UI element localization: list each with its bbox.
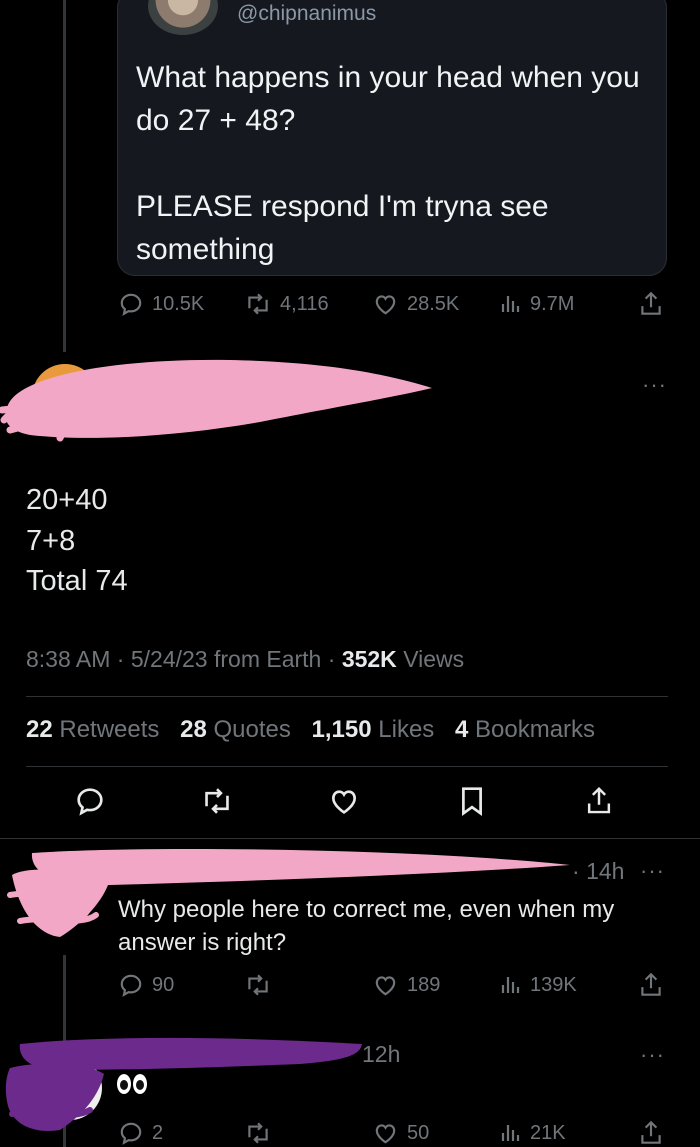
tweet-source: from Earth — [213, 646, 322, 672]
more-icon[interactable]: ··· — [642, 374, 667, 396]
quotes-stat[interactable]: 28 Quotes — [180, 716, 291, 743]
like-count: 50 — [407, 1121, 430, 1144]
views-icon — [501, 977, 520, 993]
reply-count: 10.5K — [152, 292, 205, 315]
retweets-stat[interactable]: 22 Retweets — [26, 716, 159, 743]
reply-text: Why people here to correct me, even when… — [118, 896, 615, 956]
main-action-bar — [0, 786, 700, 820]
views-icon — [501, 296, 520, 312]
retweet-icon — [248, 974, 268, 996]
reply-button[interactable]: 2 — [118, 1118, 163, 1147]
retweet-button[interactable] — [244, 1118, 272, 1147]
views-button[interactable]: 9.7M — [500, 289, 574, 319]
retweet-icon — [248, 1122, 268, 1144]
like-icon — [375, 295, 396, 315]
stat-label: Likes — [378, 716, 435, 743]
share-button[interactable] — [584, 786, 614, 816]
bookmark-button[interactable] — [458, 786, 486, 816]
share-button[interactable] — [638, 289, 664, 319]
bookmarks-stat[interactable]: 4 Bookmarks — [455, 716, 595, 743]
reply2-time[interactable]: 12h — [362, 1041, 400, 1068]
more-icon[interactable]: ··· — [640, 1044, 665, 1066]
views-button[interactable]: 21K — [500, 1118, 566, 1147]
divider — [26, 696, 668, 697]
tweet-date[interactable]: 5/24/23 — [131, 646, 208, 672]
like-count: 189 — [407, 973, 441, 996]
quoted-action-row: 10.5K 4,116 28.5K 9.7M — [0, 289, 700, 319]
quoted-tweet-card[interactable]: @chipnanimus What happens in your head w… — [117, 0, 667, 276]
tweet-line: 7+8 — [26, 524, 76, 557]
stat-label: Quotes — [213, 716, 291, 743]
like-button[interactable] — [328, 786, 360, 816]
eyes-emoji — [117, 1074, 147, 1094]
tweet-line: 20+40 — [26, 484, 108, 516]
like-button[interactable]: 50 — [372, 1118, 429, 1147]
retweet-button[interactable] — [200, 786, 234, 816]
quoted-handle[interactable]: @chipnanimus — [237, 2, 376, 26]
reply-button[interactable]: 10.5K — [118, 289, 204, 319]
views-count: 139K — [530, 973, 577, 996]
quoted-tweet-text: What happens in your head when you do 27… — [136, 61, 640, 266]
tweet-line: Total 74 — [26, 565, 128, 597]
stat-label: Bookmarks — [475, 716, 596, 743]
like-button[interactable]: 189 — [372, 970, 440, 1000]
quoted-avatar[interactable] — [148, 0, 218, 35]
views-total: 352K — [341, 646, 397, 672]
views-icon — [501, 1125, 520, 1141]
stat-label: Retweets — [59, 716, 160, 743]
main-tweet-text: 20+40 7+8 Total 74 — [26, 480, 128, 602]
views-count: 9.7M — [530, 292, 575, 315]
share-icon — [641, 291, 661, 315]
reply-button[interactable]: 90 — [118, 970, 174, 1000]
tweet-meta: 8:38 AM · 5/24/23 from Earth · 352K View… — [26, 646, 465, 672]
share-icon — [641, 972, 661, 996]
more-icon[interactable]: ··· — [640, 860, 665, 882]
retweet-icon — [248, 293, 268, 315]
reply-button[interactable] — [74, 786, 106, 816]
reply-count: 2 — [152, 1121, 164, 1144]
bookmark-icon — [462, 787, 482, 816]
share-button[interactable] — [638, 1118, 664, 1147]
divider — [26, 766, 668, 767]
reply2-action-row: 2 50 21K — [0, 1118, 700, 1147]
tweet-time[interactable]: 8:38 AM — [26, 646, 110, 672]
retweet-button[interactable] — [244, 970, 272, 1000]
divider — [0, 838, 700, 839]
tweet-stats: 22 Retweets 28 Quotes 1,150 Likes 4 Book… — [26, 716, 595, 744]
reply-time-value: 14h — [586, 858, 625, 884]
views-count: 21K — [530, 1121, 566, 1144]
like-icon — [375, 1124, 396, 1144]
retweet-count: 4,116 — [280, 292, 329, 315]
reply-time[interactable]: · 14h — [572, 858, 624, 885]
redacted-author-header — [0, 359, 432, 442]
stat-count: 22 — [26, 716, 53, 743]
like-icon — [331, 790, 357, 814]
reply-icon — [120, 1122, 142, 1145]
stat-count: 28 — [180, 716, 207, 743]
reply-action-row: 90 189 139K — [0, 970, 700, 1000]
reply-icon — [120, 293, 142, 316]
likes-stat[interactable]: 1,150 Likes — [312, 716, 435, 743]
reply-icon — [120, 974, 142, 997]
like-count: 28.5K — [407, 292, 460, 315]
share-icon — [587, 786, 611, 814]
views-button[interactable]: 139K — [500, 970, 577, 1000]
retweet-button[interactable]: 4,116 — [244, 289, 329, 319]
stat-count: 4 — [454, 716, 469, 743]
reply-icon — [77, 788, 103, 816]
stat-count: 1,150 — [311, 716, 372, 743]
like-button[interactable]: 28.5K — [372, 289, 459, 319]
views-label: Views — [403, 646, 465, 672]
share-button[interactable] — [638, 970, 664, 1000]
share-icon — [641, 1120, 661, 1144]
retweet-icon — [205, 788, 229, 814]
reply-count: 90 — [152, 973, 175, 996]
like-icon — [375, 976, 396, 996]
